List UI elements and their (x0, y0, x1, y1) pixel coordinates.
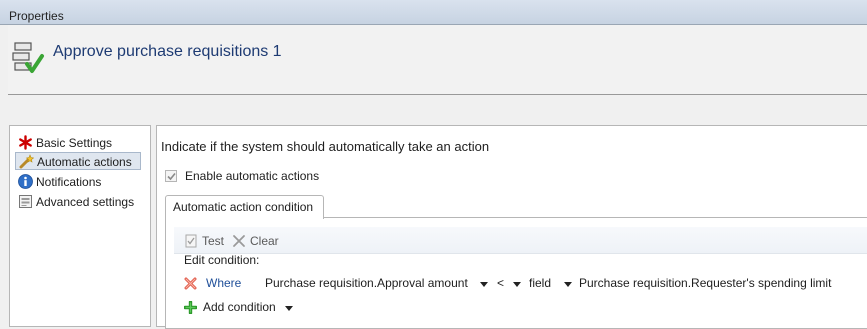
test-document-icon (184, 234, 198, 248)
nav-item-label: Basic Settings (36, 136, 113, 150)
condition-row: Where Purchase requisition.Approval amou… (166, 275, 867, 293)
page-title: Approve purchase requisitions 1 (53, 43, 282, 60)
nav-item-label: Notifications (36, 175, 102, 189)
required-asterisk-icon (18, 135, 33, 150)
nav-item-label: Advanced settings (36, 195, 135, 209)
settings-form-icon (18, 194, 33, 209)
add-condition-chevron-down-icon (285, 306, 293, 311)
test-button[interactable]: Test (184, 233, 228, 249)
nav-item-label: Automatic actions (37, 155, 132, 169)
where-link[interactable]: Where (206, 276, 241, 290)
condition-operator-value: < (497, 276, 505, 290)
clear-button[interactable]: Clear (232, 233, 282, 249)
window-titlebar: Properties (0, 0, 867, 25)
clear-x-icon (232, 234, 246, 248)
condition-field-value: Purchase requisition.Approval amount (265, 276, 468, 290)
value-type-chevron-down-icon[interactable] (564, 282, 572, 287)
condition-operator-dropdown[interactable]: < (497, 276, 504, 290)
nav-item-automatic-actions[interactable]: Automatic actions (15, 152, 141, 170)
nav-item-basic-settings[interactable]: Basic Settings (15, 134, 141, 152)
condition-value-dropdown[interactable]: Purchase requisition.Requester's spendin… (579, 276, 831, 290)
clear-label: Clear (250, 234, 279, 248)
field-chevron-down-icon[interactable] (480, 282, 488, 287)
instruction-text: Indicate if the system should automatica… (161, 139, 490, 154)
edit-condition-label: Edit condition: (184, 253, 260, 267)
condition-field-dropdown[interactable]: Purchase requisition.Approval amount (265, 276, 468, 290)
test-label: Test (202, 234, 225, 248)
settings-nav: Basic Settings Automatic actions Notific… (9, 125, 151, 327)
plus-icon (183, 300, 198, 315)
workflow-approval-icon (11, 40, 45, 76)
nav-item-advanced-settings[interactable]: Advanced settings (15, 193, 141, 211)
info-icon (18, 174, 33, 189)
value-type-value: field (529, 276, 552, 290)
add-condition-label: Add condition (203, 300, 276, 314)
enable-automatic-actions-checkbox[interactable] (165, 170, 177, 182)
nav-item-notifications[interactable]: Notifications (15, 173, 141, 191)
condition-tab-panel: Test Clear Edit condition: Where Purchas… (165, 217, 867, 329)
condition-toolbar: Test Clear (174, 227, 867, 254)
wand-icon (19, 154, 35, 169)
operator-chevron-down-icon[interactable] (513, 282, 521, 287)
value-type-dropdown[interactable]: field (529, 276, 551, 290)
tab-automatic-action-condition[interactable]: Automatic action condition (165, 195, 324, 219)
header-divider (8, 94, 867, 95)
delete-condition-icon[interactable] (184, 277, 197, 290)
enable-automatic-actions-label: Enable automatic actions (185, 169, 320, 183)
condition-value: Purchase requisition.Requester's spendin… (579, 276, 832, 290)
window-title: Properties (9, 9, 64, 23)
